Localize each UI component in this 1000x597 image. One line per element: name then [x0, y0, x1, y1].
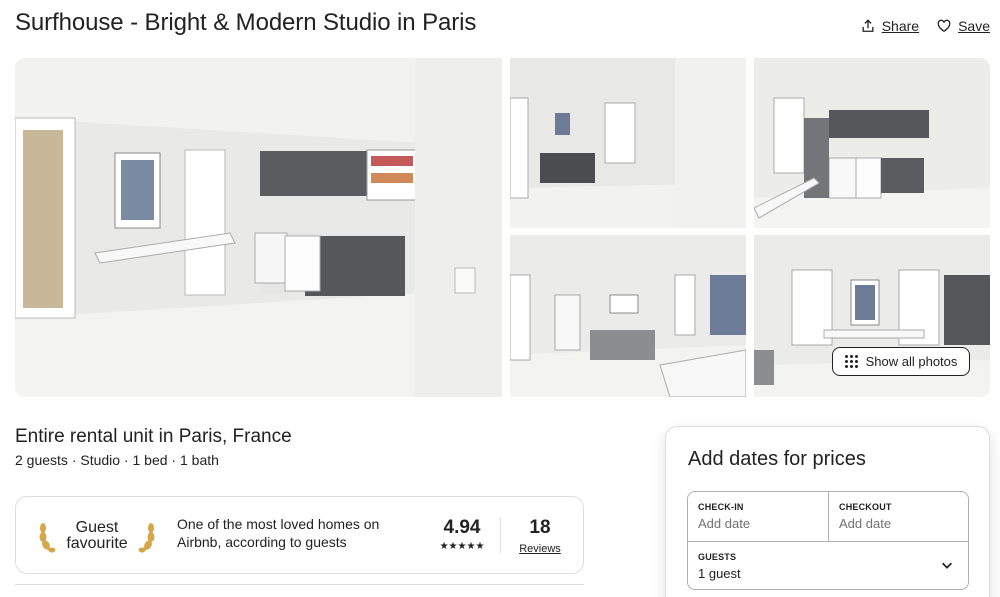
photo-kitchen-main[interactable] [15, 58, 502, 397]
save-button[interactable]: Save [937, 18, 990, 34]
checkin-value: Add date [698, 516, 751, 531]
grid-dots-icon [844, 355, 858, 368]
guests-label: GUESTS [698, 552, 737, 562]
checkout-label: CHECKOUT [839, 502, 892, 512]
listing-title: Surfhouse - Bright & Modern Studio in Pa… [15, 9, 477, 36]
laurel-left-icon [39, 523, 56, 553]
listing-subtitle: Entire rental unit in Paris, France [15, 426, 292, 447]
show-all-photos-button[interactable]: Show all photos [832, 347, 970, 376]
share-icon [862, 19, 874, 32]
guest-favourite-line1: Guest [75, 519, 119, 536]
header-actions: Share Save [861, 18, 990, 34]
rating-block: 4.94 ★★★★★ [427, 517, 497, 552]
listing-details: 2 guests · Studio · 1 bed · 1 bath [15, 452, 219, 468]
date-guest-picker: CHECK-IN Add date CHECKOUT Add date GUES… [687, 491, 969, 590]
chevron-down-icon[interactable] [940, 558, 954, 572]
checkout-field[interactable]: CHECKOUT Add date [828, 492, 969, 541]
photo-kitchen-wide[interactable] [754, 58, 990, 228]
checkin-label: CHECK-IN [698, 502, 744, 512]
section-divider [15, 584, 584, 585]
checkout-value: Add date [839, 516, 892, 531]
guest-favourite-badge: Guest favourite [38, 517, 156, 555]
guest-favourite-card: Guest favourite One of the most loved ho… [15, 496, 584, 574]
checkin-field[interactable]: CHECK-IN Add date [688, 492, 828, 541]
rating-value: 4.94 [443, 517, 481, 538]
reviews-block[interactable]: 18 Reviews [511, 517, 569, 555]
share-label: Share [881, 18, 920, 34]
laurel-right-icon [138, 523, 155, 553]
save-label: Save [958, 18, 990, 34]
photo-living-room[interactable] [510, 235, 746, 397]
rating-stars-icon: ★★★★★ [439, 541, 485, 552]
guest-favourite-line2: favourite [66, 535, 128, 552]
photo-living-room-sofa[interactable] [510, 58, 746, 228]
reviews-count: 18 [529, 517, 551, 538]
reviews-link[interactable]: Reviews [511, 543, 569, 555]
guest-favourite-description: One of the most loved homes on Airbnb, a… [177, 516, 380, 550]
heart-icon [937, 19, 951, 33]
guests-value: 1 guest [698, 566, 741, 581]
show-all-photos-label: Show all photos [865, 354, 958, 369]
booking-card: Add dates for prices CHECK-IN Add date C… [665, 426, 990, 597]
booking-title: Add dates for prices [688, 448, 866, 470]
divider [500, 518, 501, 553]
share-button[interactable]: Share [861, 18, 919, 34]
guests-field[interactable]: GUESTS 1 guest [688, 541, 969, 590]
